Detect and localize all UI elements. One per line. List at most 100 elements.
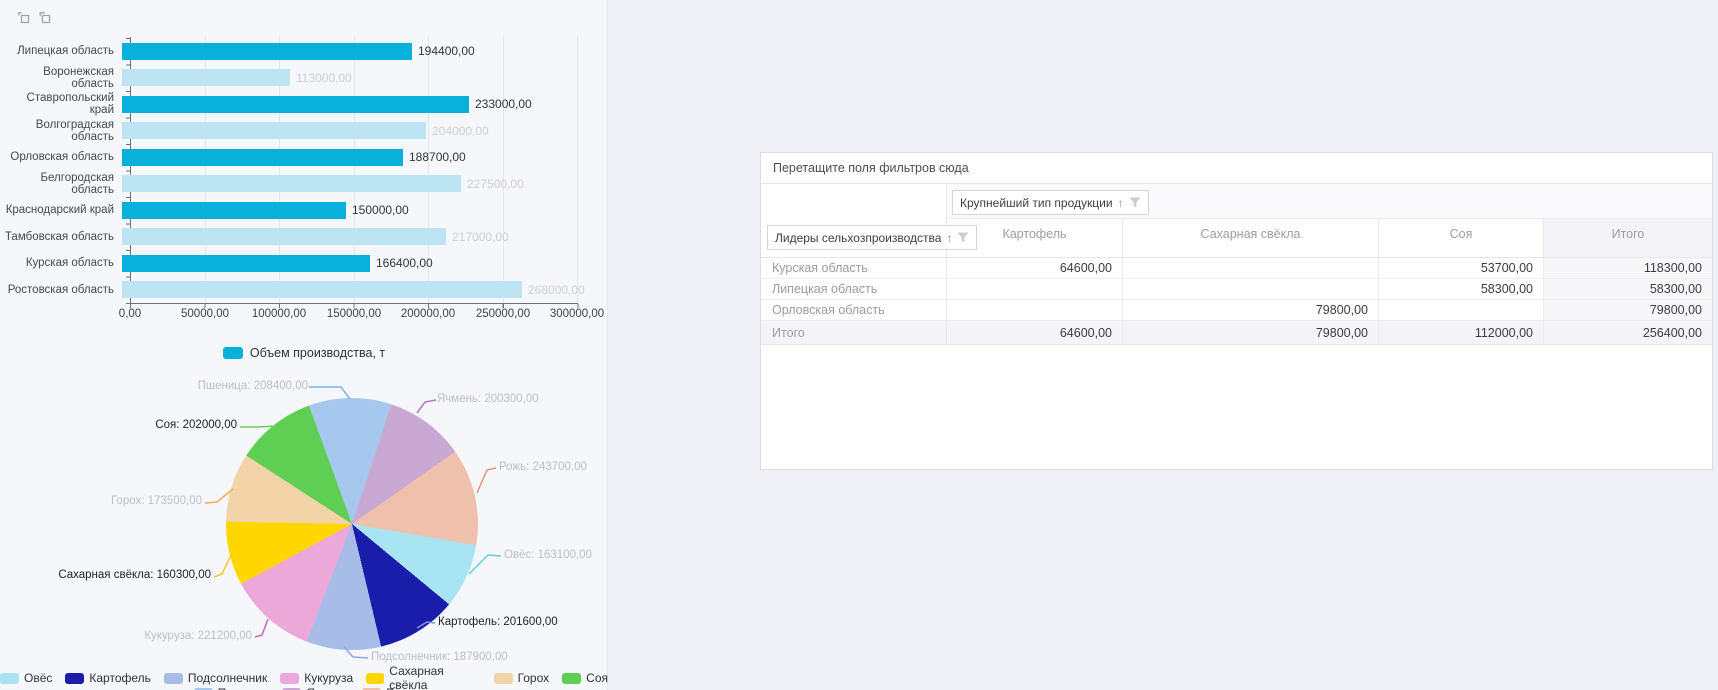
item-caption-toolbar	[16, 10, 53, 26]
row-header: Итого	[761, 321, 947, 344]
bar-value-label: 268000,00	[528, 283, 585, 297]
pie-label: Подсолнечник: 187900,00	[371, 651, 508, 663]
bar-row[interactable]: Липецкая область 194400,00	[0, 38, 608, 65]
bar-category-label: Тамбовская область	[0, 231, 122, 243]
pivot-cell: 79800,00	[1123, 300, 1379, 320]
row-field-chip[interactable]: Лидеры сельхозпроизводства ↑	[767, 225, 977, 250]
legend-swatch	[366, 673, 384, 684]
bar-value-label: 166400,00	[376, 256, 433, 270]
legend-item: Картофель	[65, 671, 151, 685]
legend-swatch	[494, 673, 513, 684]
multi-select-icon[interactable]	[16, 10, 32, 26]
legend-label: Рожь	[386, 686, 414, 690]
pivot-cell: 112000,00	[1379, 321, 1544, 344]
pivot-cell: 79800,00	[1544, 300, 1712, 320]
bar-category-label: Краснодарский край	[0, 204, 122, 216]
legend-label: Картофель	[89, 671, 151, 685]
pivot-cell: 58300,00	[1544, 279, 1712, 299]
pivot-cell	[1123, 279, 1379, 299]
column-field-chip[interactable]: Крупнейший тип продукции ↑	[952, 190, 1149, 215]
legend-swatch	[280, 673, 299, 684]
bar[interactable]	[122, 69, 290, 86]
legend-swatch	[223, 347, 243, 359]
bar-value-label: 233000,00	[475, 97, 532, 111]
bar-value-label: 113000,00	[296, 71, 352, 85]
column-header[interactable]: Соя	[1379, 219, 1544, 257]
pivot-cell	[947, 279, 1123, 299]
bar-row[interactable]: Белгородская область 227500,00	[0, 171, 608, 198]
column-fields-row: Крупнейший тип продукции ↑	[947, 184, 1712, 219]
pivot-cell: 64600,00	[947, 321, 1123, 344]
bar-row[interactable]: Ростовская область 268000,00	[0, 277, 608, 304]
pivot-row: Липецкая область 58300,00 58300,00	[761, 279, 1712, 300]
pivot-cell: 79800,00	[1123, 321, 1379, 344]
bar[interactable]	[122, 43, 412, 60]
bar-category-label: Воронежская область	[0, 66, 122, 90]
legend-item: Ячмень	[282, 686, 349, 690]
x-tick-label: 100000,00	[252, 308, 306, 320]
bar-category-label: Волгоградская область	[0, 119, 122, 143]
pie-label: Сахарная свёкла: 160300,00	[58, 569, 211, 581]
column-header[interactable]: Сахарная свёкла	[1123, 219, 1379, 257]
legend-item: Овёс	[0, 671, 52, 685]
pie-label: Пшеница: 208400,00	[198, 380, 308, 392]
pivot-cell	[947, 300, 1123, 320]
pivot-cell: 256400,00	[1544, 321, 1712, 344]
pivot-total-row: Итого 64600,00 79800,00 112000,00 256400…	[761, 321, 1712, 345]
filter-fields-drop-area[interactable]: Перетащите поля фильтров сюда	[761, 153, 1712, 184]
legend-label: Кукуруза	[304, 671, 353, 685]
bar-value-label: 194400,00	[418, 44, 475, 58]
bar-chart-legend: Объем производства, т	[0, 346, 608, 360]
bar[interactable]	[122, 175, 461, 192]
bar-row[interactable]: Ставропольский край 233000,00	[0, 91, 608, 118]
bar-row[interactable]: Волгоградская область 204000,00	[0, 118, 608, 145]
pivot-row: Курская область 64600,00 53700,00 118300…	[761, 258, 1712, 279]
sort-ascending-icon: ↑	[946, 231, 952, 245]
bar[interactable]	[122, 122, 426, 139]
pie-label: Ячмень: 200300,00	[437, 393, 539, 405]
bar[interactable]	[122, 281, 522, 298]
bar-row[interactable]: Курская область 166400,00	[0, 250, 608, 277]
pie-chart[interactable]	[226, 398, 478, 650]
charts-panel: Липецкая область 194400,00 Воронежская о…	[0, 0, 608, 690]
legend-label: Ячмень	[306, 686, 349, 690]
legend-label: Пшеница	[218, 686, 270, 690]
bar-row[interactable]: Орловская область 188700,00	[0, 144, 608, 171]
pie-label: Картофель: 201600,00	[438, 616, 558, 628]
bar-row[interactable]: Тамбовская область 217000,00	[0, 224, 608, 251]
bar-value-label: 227500,00	[467, 177, 524, 191]
pie-legend-row-2: Пшеница Ячмень Рожь	[0, 686, 608, 690]
bar[interactable]	[122, 202, 346, 219]
row-header[interactable]: Орловская область	[761, 300, 947, 320]
bar[interactable]	[122, 149, 403, 166]
row-header[interactable]: Курская область	[761, 258, 947, 278]
legend-label: Горох	[518, 671, 550, 685]
row-header[interactable]: Липецкая область	[761, 279, 947, 299]
legend-label: Овёс	[24, 671, 52, 685]
pivot-row: Орловская область 79800,00 79800,00	[761, 300, 1712, 321]
bar[interactable]	[122, 255, 370, 272]
filter-funnel-icon[interactable]	[957, 232, 969, 243]
clear-selection-icon[interactable]	[37, 10, 53, 26]
legend-item: Рожь	[362, 686, 414, 690]
legend-swatch	[0, 673, 19, 684]
pie-label: Соя: 202000,00	[155, 419, 237, 431]
legend-label: Подсолнечник	[188, 671, 267, 685]
bar[interactable]	[122, 96, 469, 113]
bar[interactable]	[122, 228, 446, 245]
bar-row[interactable]: Краснодарский край 150000,00	[0, 197, 608, 224]
x-tick-label: 200000,00	[401, 308, 455, 320]
column-header[interactable]: Итого	[1544, 219, 1712, 257]
bar-value-label: 188700,00	[409, 150, 466, 164]
bar-row[interactable]: Воронежская область 113000,00	[0, 65, 608, 92]
pivot-header-area: Лидеры сельхозпроизводства ↑ Крупнейший …	[761, 184, 1712, 258]
filter-funnel-icon[interactable]	[1129, 197, 1141, 208]
x-tick-label: 50000,00	[181, 308, 229, 320]
bar-value-label: 217000,00	[452, 230, 509, 244]
legend-item: Соя	[562, 671, 608, 685]
row-field-label: Лидеры сельхозпроизводства	[775, 231, 941, 245]
x-tick-label: 150000,00	[327, 308, 381, 320]
legend-label: Объем производства, т	[250, 346, 385, 360]
bar-category-label: Орловская область	[0, 151, 122, 163]
legend-swatch	[562, 673, 581, 684]
